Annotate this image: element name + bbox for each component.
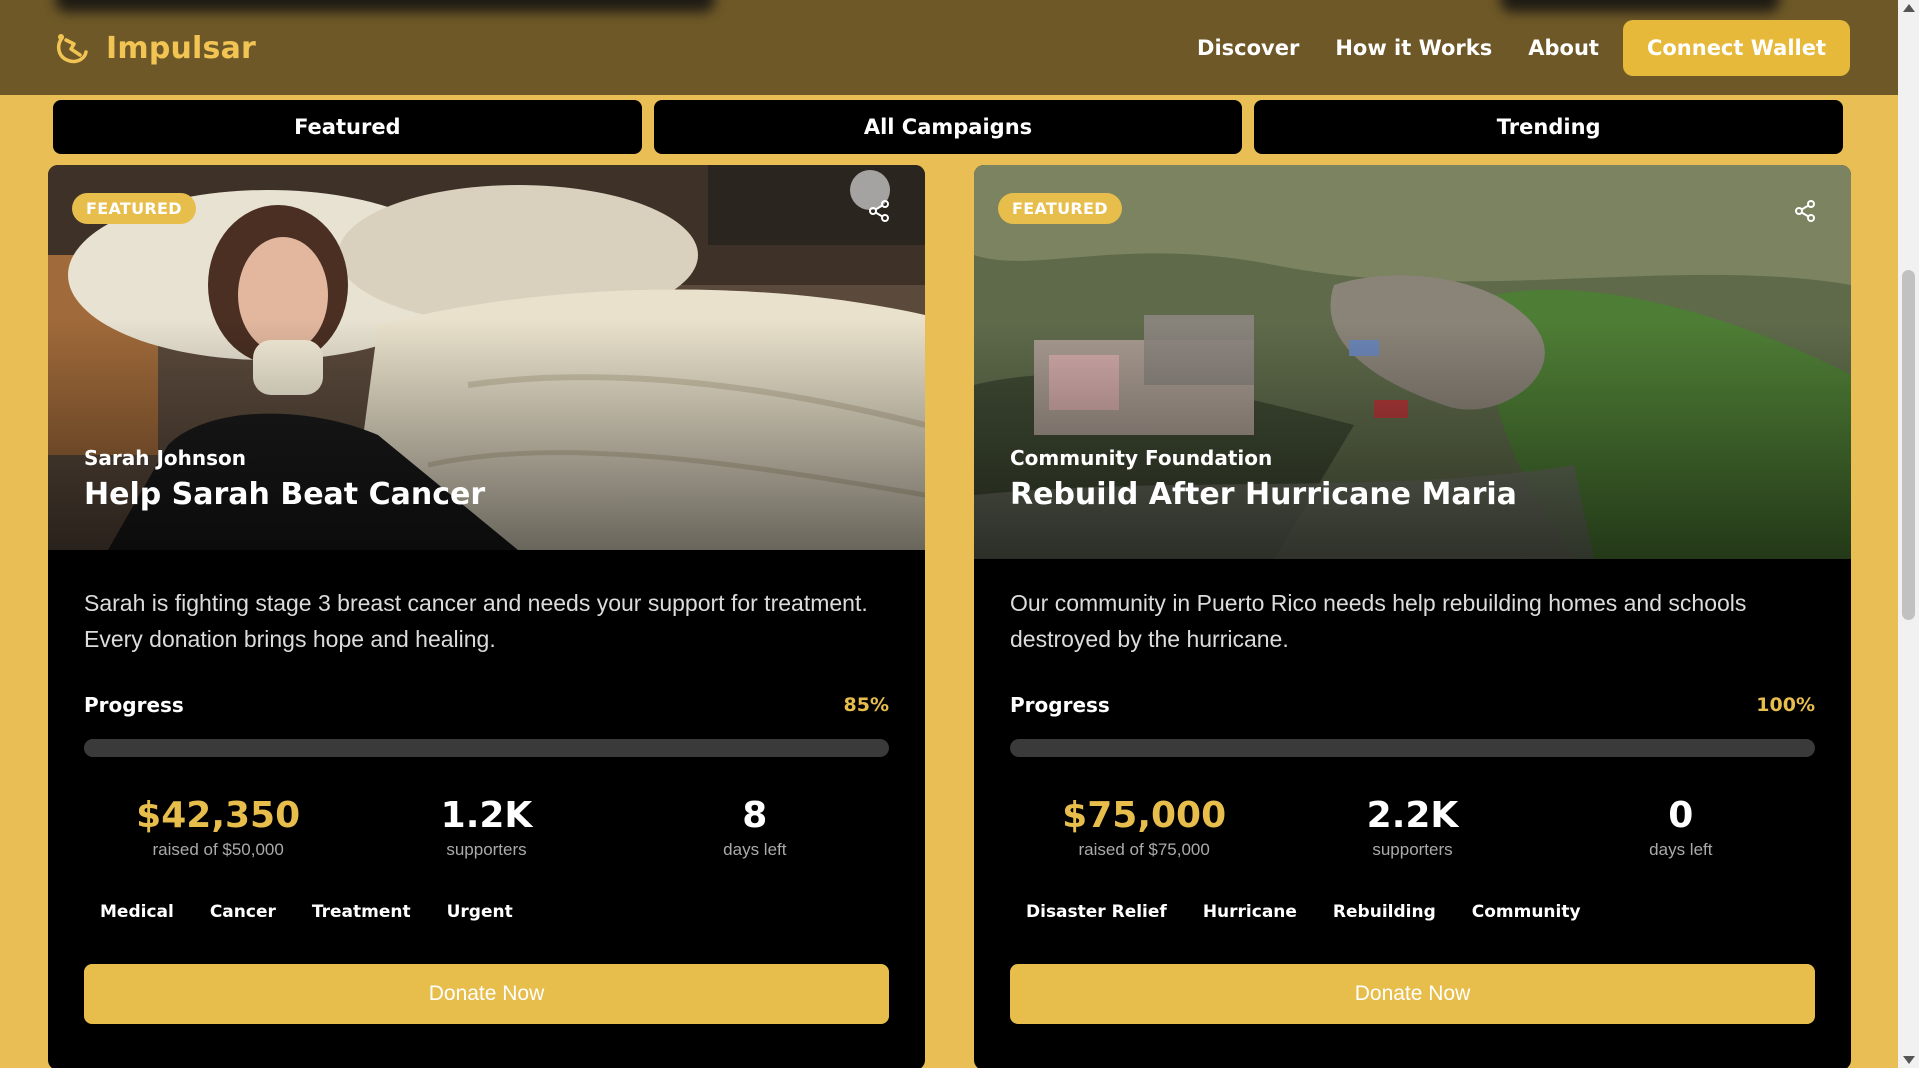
decorative-shadow	[1500, 0, 1780, 12]
campaign-description: Our community in Puerto Rico needs help …	[1010, 590, 1747, 652]
tag-chip[interactable]: Rebuilding	[1320, 898, 1448, 926]
tag-chip[interactable]: Medical	[88, 898, 186, 926]
tag-chip[interactable]: Community	[1459, 898, 1593, 926]
scroll-down-arrow-icon[interactable]	[1903, 1056, 1915, 1064]
share-icon[interactable]	[1793, 199, 1817, 223]
campaign-title[interactable]: Rebuild After Hurricane Maria	[1010, 477, 1517, 512]
campaign-body: Sarah is fighting stage 3 breast cancer …	[84, 585, 889, 1024]
tab-all-campaigns[interactable]: All Campaigns	[653, 100, 1243, 154]
page-scrollbar[interactable]	[1898, 0, 1919, 1068]
campaign-card[interactable]: FEATURED Community Foundation Rebuild Af…	[974, 165, 1851, 1068]
stat-supporters: 1.2K supporters	[352, 795, 620, 860]
days-left-label: days left	[723, 840, 787, 859]
campaign-owner: Sarah Johnson	[84, 446, 247, 470]
tag-chip[interactable]: Hurricane	[1190, 898, 1309, 926]
featured-badge: FEATURED	[72, 193, 196, 224]
supporters-label: supporters	[446, 840, 527, 859]
days-left-count: 8	[742, 795, 768, 836]
stat-raised: $75,000 raised of $75,000	[1010, 795, 1278, 860]
campaign-image: FEATURED Community Foundation Rebuild Af…	[974, 165, 1851, 559]
nav-how-it-works-link[interactable]: How it Works	[1335, 36, 1492, 60]
scrollbar-thumb[interactable]	[1902, 270, 1915, 620]
stat-days-left: 8 days left	[621, 795, 889, 860]
campaign-title[interactable]: Help Sarah Beat Cancer	[84, 477, 485, 512]
raised-amount: $75,000	[1062, 795, 1227, 836]
campaign-stats: $75,000 raised of $75,000 2.2K supporter…	[1010, 795, 1815, 860]
raised-goal: raised of $50,000	[152, 840, 284, 859]
supporters-label: supporters	[1372, 840, 1453, 859]
tag-chip[interactable]: Cancer	[197, 898, 288, 926]
raised-goal: raised of $75,000	[1078, 840, 1210, 859]
nav-about-link[interactable]: About	[1528, 36, 1599, 60]
tag-chip[interactable]: Treatment	[299, 898, 423, 926]
main-nav: Discover How it Works About Connect Wall…	[1197, 20, 1850, 76]
campaign-tags: Medical Cancer Treatment Urgent	[84, 898, 889, 926]
brand-logo-link[interactable]: Impulsar	[52, 28, 256, 68]
stat-days-left: 0 days left	[1547, 795, 1815, 860]
progress-bar-fill	[84, 739, 769, 757]
featured-badge: FEATURED	[998, 193, 1122, 224]
brand-name: Impulsar	[106, 30, 257, 66]
supporters-count: 2.2K	[1366, 795, 1459, 836]
raised-amount: $42,350	[136, 795, 301, 836]
decorative-shadow	[55, 0, 715, 12]
scroll-up-arrow-icon[interactable]	[1903, 4, 1915, 12]
tab-trending[interactable]: Trending	[1254, 100, 1844, 154]
campaign-stats: $42,350 raised of $50,000 1.2K supporter…	[84, 795, 889, 860]
campaign-tags: Disaster Relief Hurricane Rebuilding Com…	[1010, 898, 1815, 926]
days-left-count: 0	[1668, 795, 1694, 836]
tab-featured[interactable]: Featured	[53, 100, 642, 154]
stat-raised: $42,350 raised of $50,000	[84, 795, 352, 860]
progress-label: Progress	[1010, 693, 1110, 717]
share-icon[interactable]	[867, 199, 891, 223]
campaign-owner: Community Foundation	[1010, 446, 1273, 470]
donate-now-button[interactable]: Donate Now	[84, 964, 889, 1024]
donate-now-button[interactable]: Donate Now	[1010, 964, 1815, 1024]
top-nav-bar: Impulsar Discover How it Works About Con…	[0, 0, 1898, 95]
image-gradient-overlay	[48, 319, 925, 550]
progress-header: Progress 85%	[84, 693, 889, 717]
campaign-description: Sarah is fighting stage 3 breast cancer …	[84, 590, 868, 652]
tag-chip[interactable]: Disaster Relief	[1014, 898, 1179, 926]
connect-wallet-button[interactable]: Connect Wallet	[1622, 20, 1850, 76]
campaign-card[interactable]: FEATURED Sarah Johnson Help Sarah Beat C…	[48, 165, 925, 1068]
campaign-image: FEATURED Sarah Johnson Help Sarah Beat C…	[48, 165, 925, 550]
image-gradient-overlay	[974, 322, 1851, 559]
progress-header: Progress 100%	[1010, 693, 1815, 717]
tag-chip[interactable]: Urgent	[434, 898, 525, 926]
pulse-logo-icon	[56, 34, 88, 64]
campaign-body: Our community in Puerto Rico needs help …	[1010, 585, 1815, 1024]
progress-percent: 100%	[1756, 694, 1815, 716]
progress-bar	[84, 739, 889, 757]
page: Impulsar Discover How it Works About Con…	[0, 0, 1898, 1068]
days-left-label: days left	[1649, 840, 1713, 859]
supporters-count: 1.2K	[440, 795, 533, 836]
stat-supporters: 2.2K supporters	[1278, 795, 1546, 860]
progress-label: Progress	[84, 693, 184, 717]
progress-percent: 85%	[843, 694, 889, 716]
campaign-tabs: Featured All Campaigns Trending	[53, 100, 1844, 154]
nav-discover-link[interactable]: Discover	[1197, 36, 1299, 60]
progress-bar	[1010, 739, 1815, 757]
progress-bar-fill	[1010, 739, 1815, 757]
